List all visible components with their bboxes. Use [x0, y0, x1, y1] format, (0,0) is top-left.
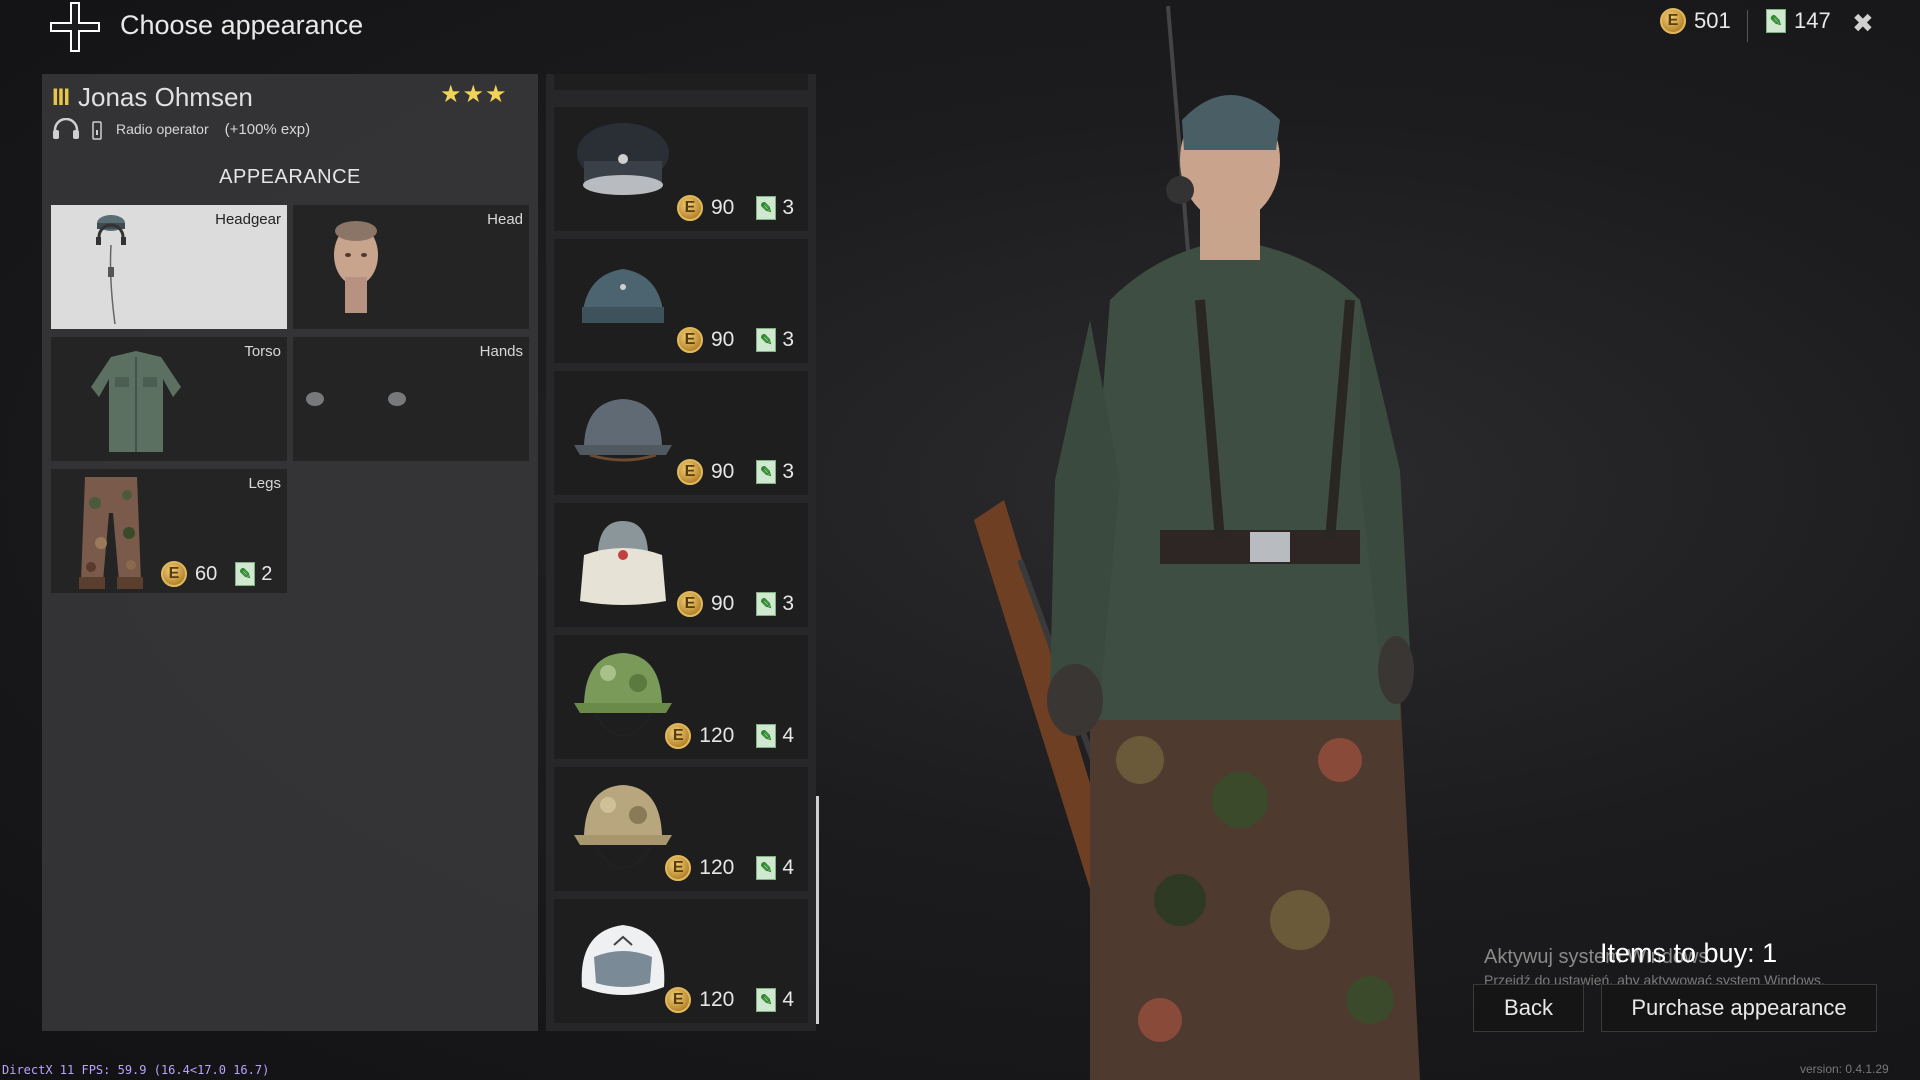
ticket-icon: ✎	[235, 562, 256, 586]
slot-torso[interactable]: Torso	[51, 337, 287, 461]
price-value: 90	[710, 592, 735, 615]
soldier-stars: ★★★	[440, 81, 508, 108]
role-row: Radio operator (+100% exp)	[52, 118, 310, 140]
list-item[interactable]: E 90 ✎ 3	[554, 503, 808, 627]
slot-headgear[interactable]: Headgear	[51, 205, 287, 329]
ticket-value: 4	[782, 724, 794, 747]
list-item-partial[interactable]	[554, 74, 808, 90]
list-item[interactable]: E 90 ✎ 3	[554, 371, 808, 495]
torso-preview-icon	[91, 351, 181, 452]
fps-counter: DirectX 11 FPS: 59.9 (16.4<17.0 16.7)	[2, 1063, 270, 1077]
slot-hands[interactable]: Hands	[293, 337, 529, 461]
hands-preview-icon	[306, 392, 406, 406]
silver-coin-icon: E	[676, 327, 703, 353]
ticket-value: 3	[782, 196, 794, 219]
radio-icon	[92, 121, 102, 140]
price-value: 90	[710, 460, 735, 483]
ticket-icon: ✎	[756, 460, 777, 484]
page-title: Choose appearance	[120, 10, 364, 40]
peaked-cap-icon	[577, 123, 669, 195]
camo-helmet-green-icon	[574, 653, 672, 737]
appearance-heading: APPEARANCE	[219, 166, 361, 188]
silver-coin-icon: E	[676, 459, 703, 485]
silver-coin-icon: E	[161, 561, 187, 587]
ticket-icon: ✎	[756, 856, 777, 880]
rank-badge: III	[52, 84, 70, 111]
list-item[interactable]: E 120 ✎ 4	[554, 635, 808, 759]
item-list[interactable]: E 90 ✎ 3 E 90 ✎ 3 E 90 ✎ 3 E 90 ✎ 3 E 12…	[546, 74, 816, 1031]
ticket-value: 4	[782, 988, 794, 1011]
list-item[interactable]: E 120 ✎ 4	[554, 899, 808, 1023]
silver-coin-icon: E	[665, 987, 692, 1013]
ticket-icon: ✎	[756, 592, 777, 616]
item-price: E 120 ✎ 4	[665, 987, 794, 1013]
purchase-appearance-button[interactable]: Purchase appearance	[1601, 984, 1877, 1032]
price-value: 120	[699, 988, 735, 1011]
role-label: Radio operator	[116, 121, 209, 137]
list-item[interactable]: E 120 ✎ 4	[554, 767, 808, 891]
price-value: 120	[699, 856, 735, 879]
headgear-preview-icon	[96, 215, 126, 325]
soldier-panel: III Jonas Ohmsen ★★★ Radio operator (+10…	[42, 74, 538, 1031]
slot-label: Torso	[244, 343, 281, 360]
camo-helmet-tan-icon	[574, 785, 672, 869]
silver-coin-icon: E	[665, 723, 692, 749]
silver-balance: E 501	[1660, 8, 1731, 34]
ticket-icon: ✎	[756, 196, 777, 220]
ticket-value: 3	[782, 592, 794, 615]
slot-price: E 60 ✎ 2	[161, 561, 272, 587]
iron-cross-icon	[50, 2, 100, 52]
silver-coin-icon: E	[676, 195, 703, 221]
slot-label: Hands	[479, 343, 523, 360]
price-value: 90	[710, 328, 735, 351]
slot-label: Legs	[248, 475, 281, 492]
back-button[interactable]: Back	[1473, 984, 1584, 1032]
ticket-icon: ✎	[756, 724, 777, 748]
legs-preview-icon	[79, 477, 143, 589]
ticket-value: 3	[782, 460, 794, 483]
list-item[interactable]: E 90 ✎ 3	[554, 107, 808, 231]
ticket-value: 2	[261, 562, 273, 585]
exp-bonus: (+100% exp)	[224, 120, 311, 138]
slot-head[interactable]: Head	[293, 205, 529, 329]
close-icon[interactable]: ✖	[1852, 8, 1874, 39]
silver-coin-icon: E	[676, 591, 703, 617]
ticket-amount: 147	[1794, 8, 1831, 33]
silver-coin-icon: E	[665, 855, 692, 881]
steel-helmet-icon	[574, 399, 672, 462]
version-label: version: 0.4.1.29	[1800, 1062, 1889, 1076]
soldier-model	[974, 5, 1420, 1080]
item-price: E 90 ✎ 3	[676, 327, 794, 353]
price-value: 120	[699, 724, 735, 747]
divider	[1747, 10, 1748, 42]
fur-hat-icon	[581, 925, 665, 995]
ticket-value: 3	[782, 328, 794, 351]
headphones-icon	[53, 118, 79, 139]
item-price: E 90 ✎ 3	[676, 459, 794, 485]
price-value: 60	[195, 562, 218, 585]
item-price: E 120 ✎ 4	[665, 723, 794, 749]
slot-label: Head	[487, 211, 523, 228]
items-to-buy: Items to buy: 1	[1600, 938, 1778, 968]
ticket-value: 4	[782, 856, 794, 879]
soldier-name: Jonas Ohmsen	[78, 82, 253, 112]
price-value: 90	[710, 196, 735, 219]
silver-amount: 501	[1694, 8, 1731, 33]
slot-label: Headgear	[215, 211, 281, 228]
item-price: E 90 ✎ 3	[676, 195, 794, 221]
ticket-icon: ✎	[756, 328, 777, 352]
ticket-icon: ✎	[756, 988, 777, 1012]
slot-legs[interactable]: Legs E 60 ✎ 2	[51, 469, 287, 593]
item-price: E 120 ✎ 4	[665, 855, 794, 881]
list-item[interactable]: E 90 ✎ 3	[554, 239, 808, 363]
winter-cap-icon	[580, 521, 666, 605]
head-preview-icon	[334, 221, 378, 313]
item-price: E 90 ✎ 3	[676, 591, 794, 617]
field-cap-icon	[582, 269, 664, 323]
ticket-icon: ✎	[1766, 9, 1786, 33]
ticket-balance: ✎ 147	[1766, 8, 1831, 34]
silver-coin-icon: E	[1660, 8, 1686, 34]
item-list-scrollbar[interactable]	[816, 796, 819, 1024]
